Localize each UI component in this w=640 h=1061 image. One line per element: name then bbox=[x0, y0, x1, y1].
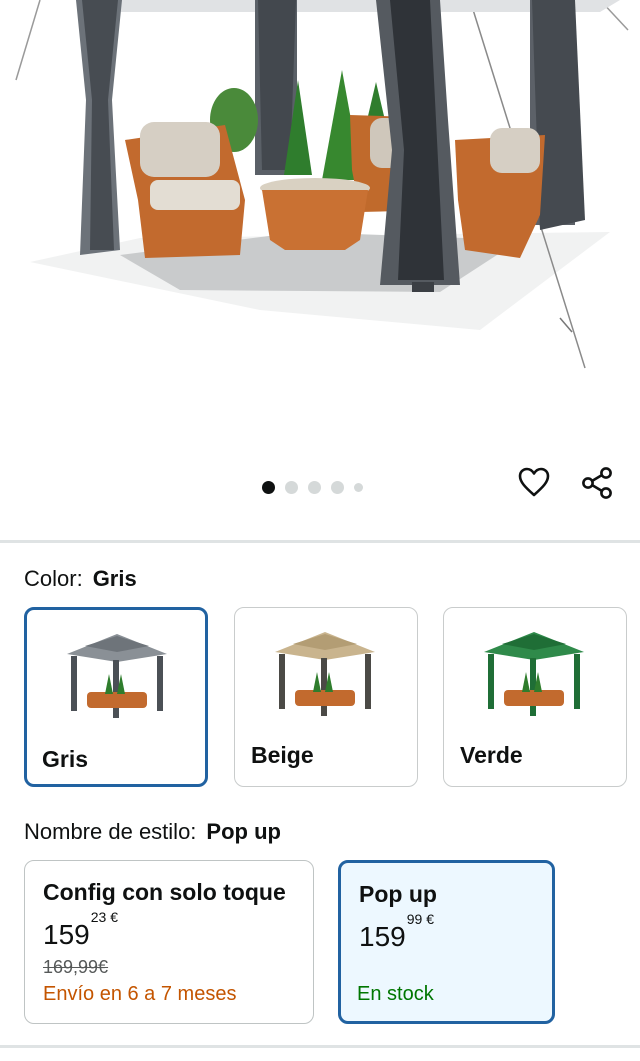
color-label: Color: bbox=[24, 566, 83, 591]
share-button[interactable] bbox=[580, 466, 620, 506]
share-icon bbox=[582, 467, 612, 499]
price-whole: 159 bbox=[359, 921, 406, 952]
price-whole: 159 bbox=[43, 919, 90, 950]
price: 15923 € bbox=[43, 909, 118, 951]
carousel-dot[interactable] bbox=[262, 480, 275, 494]
gazebo-thumbnail bbox=[275, 632, 375, 716]
price: 15999 € bbox=[359, 911, 434, 953]
color-option-verde[interactable]: Verde bbox=[443, 607, 627, 787]
price-fraction: 99 bbox=[406, 910, 423, 927]
style-selected-value: Pop up bbox=[206, 819, 281, 844]
style-option-title: Config con solo toque bbox=[43, 879, 286, 905]
color-selected-value: Gris bbox=[92, 566, 137, 591]
style-option-popup[interactable]: Pop up 15999 € En stock bbox=[338, 860, 555, 1024]
style-label-row: Nombre de estilo: Pop up bbox=[24, 819, 281, 845]
section-divider bbox=[0, 540, 640, 543]
carousel-dot[interactable] bbox=[308, 480, 321, 494]
availability-text: En stock bbox=[357, 983, 434, 1005]
color-option-label: Beige bbox=[251, 742, 314, 768]
carousel-dot[interactable] bbox=[285, 480, 298, 494]
style-option-title: Pop up bbox=[359, 881, 437, 907]
color-label-row: Color: Gris bbox=[24, 566, 137, 592]
color-option-label: Verde bbox=[460, 742, 523, 768]
list-price: 169,99€ bbox=[43, 957, 109, 977]
style-label: Nombre de estilo: bbox=[24, 819, 197, 844]
price-currency: € bbox=[110, 908, 118, 925]
price-currency: € bbox=[426, 910, 434, 927]
color-option-beige[interactable]: Beige bbox=[234, 607, 418, 787]
gazebo-thumbnail bbox=[67, 634, 167, 718]
color-option-gris[interactable]: Gris bbox=[24, 607, 208, 787]
price-fraction: 23 bbox=[90, 908, 107, 925]
availability-text: Envío en 6 a 7 meses bbox=[43, 983, 237, 1005]
gazebo-thumbnail bbox=[484, 632, 584, 716]
carousel-indicator[interactable] bbox=[262, 479, 363, 495]
style-option-config[interactable]: Config con solo toque 15923 € 169,99€ En… bbox=[24, 860, 314, 1024]
carousel-dot[interactable] bbox=[354, 482, 363, 492]
color-option-label: Gris bbox=[42, 746, 89, 772]
favorite-button[interactable] bbox=[517, 466, 557, 506]
product-image[interactable] bbox=[0, 0, 640, 540]
gazebo-photo bbox=[15, 0, 629, 369]
carousel-dot[interactable] bbox=[331, 480, 344, 494]
section-divider bbox=[0, 1045, 640, 1048]
heart-outline-icon bbox=[518, 467, 550, 497]
